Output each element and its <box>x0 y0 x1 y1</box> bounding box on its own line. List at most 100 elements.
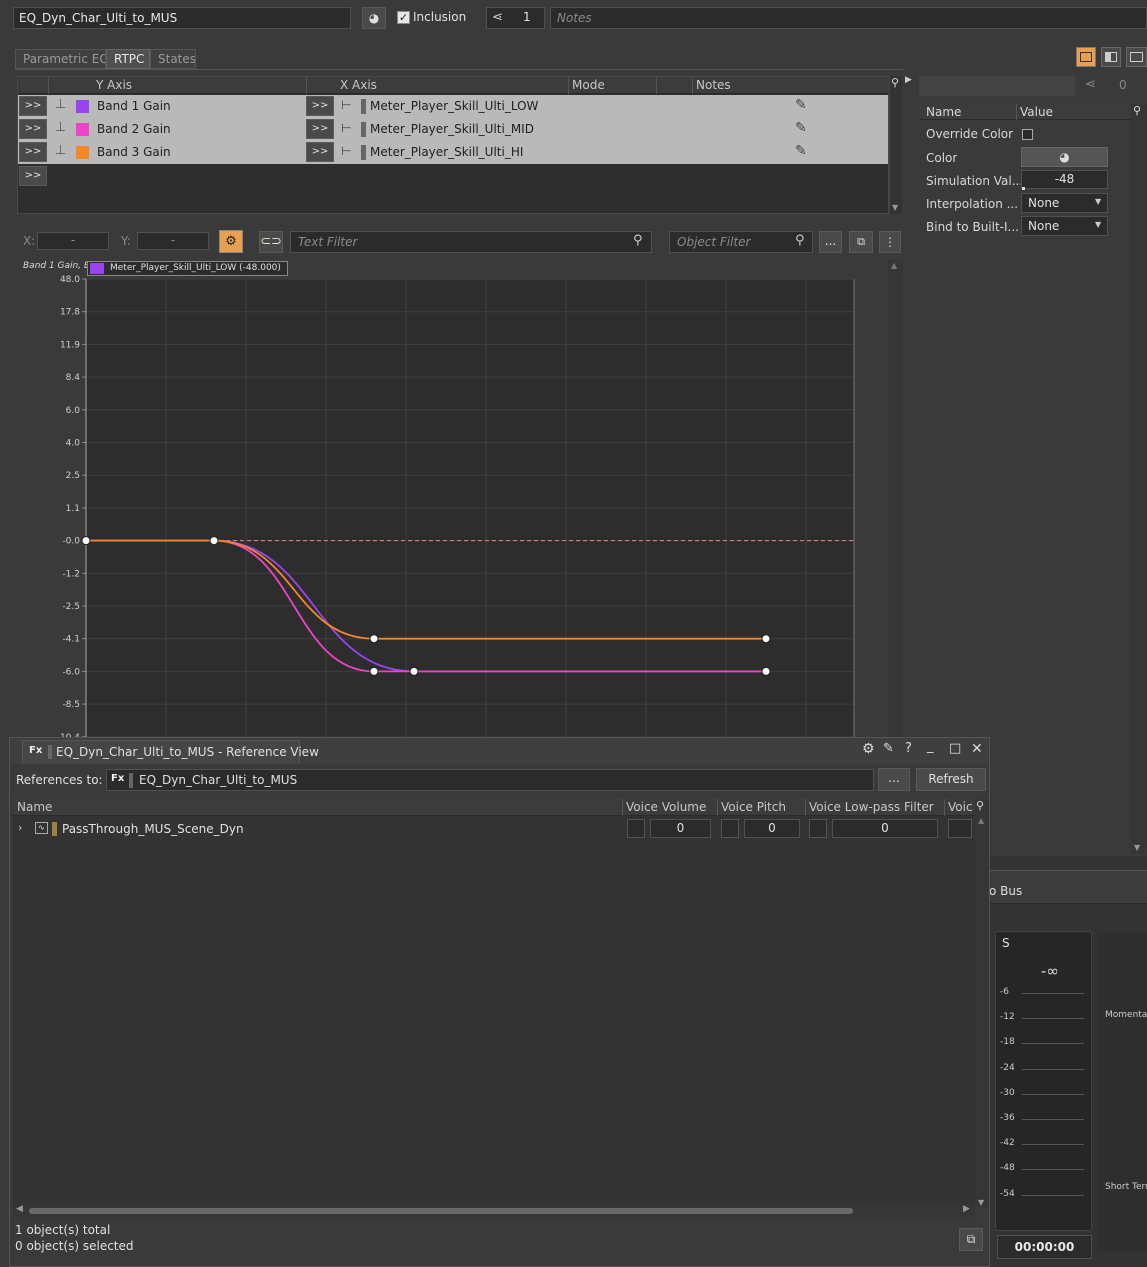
chevron-down-icon[interactable]: ▼ <box>1095 197 1101 206</box>
pin-icon[interactable]: ⊥ <box>55 143 66 158</box>
reference-horizontal-scrollbar[interactable]: ◀ ▶ <box>13 1204 975 1217</box>
pin-icon[interactable]: ⊥ <box>55 97 66 112</box>
scroll-up-arrow-icon[interactable]: ▲ <box>891 261 897 270</box>
expand-x-button[interactable]: >> <box>306 96 334 116</box>
col-voice-more[interactable]: Voic <box>948 800 974 814</box>
pin-icon[interactable]: ⊥ <box>55 120 66 135</box>
scroll-up-arrow-icon[interactable]: ▲ <box>978 816 984 825</box>
reference-table-scrollbar[interactable]: ⚲ ▲ ▼ <box>975 799 989 1207</box>
expand-y-button[interactable]: >> <box>19 96 47 116</box>
refresh-button[interactable]: Refresh <box>916 768 986 791</box>
x-coord-field[interactable]: - <box>37 232 109 250</box>
color-picker-palette-icon[interactable]: ◕ <box>1021 147 1108 167</box>
edit-pencil-icon[interactable]: ✎ <box>795 143 807 159</box>
share-widget[interactable]: ⋖ 1 <box>486 7 545 29</box>
expand-y-button[interactable]: >> <box>19 142 47 162</box>
simulation-value-slider-thumb[interactable] <box>1022 187 1025 190</box>
reference-row[interactable]: › ∿ PassThrough_MUS_Scene_Dyn 0 0 0 <box>13 818 975 840</box>
pin-window-icon[interactable]: ✎ <box>883 741 894 756</box>
col-y-axis[interactable]: Y Axis <box>96 78 132 92</box>
simulation-value-field[interactable]: -48 <box>1021 170 1108 189</box>
voice-volume-field[interactable]: 0 <box>650 819 711 838</box>
copy-icon[interactable]: ⧉ <box>959 1228 983 1251</box>
help-icon[interactable]: ? <box>905 741 912 756</box>
new-row-expand-button[interactable]: >> <box>19 166 47 186</box>
col-name[interactable]: Name <box>17 800 52 814</box>
more-options-icon[interactable]: ⋮ <box>879 231 901 253</box>
split-layout-icon[interactable] <box>1101 47 1121 67</box>
col-voice-pitch[interactable]: Voice Pitch <box>721 800 786 814</box>
game-parameter-icon: ⊢ <box>341 98 352 112</box>
search-icon[interactable]: ⚲ <box>891 76 899 89</box>
rtpc-row-band-1[interactable]: >> ⊥ Band 1 Gain >> ⊢ Meter_Player_Skill… <box>18 95 888 118</box>
tab-rtpc[interactable]: RTPC <box>106 49 150 69</box>
references-to-field[interactable]: Fx EQ_Dyn_Char_Ulti_to_MUS <box>106 769 874 791</box>
filter-settings-icon[interactable]: ⧉ <box>849 231 873 253</box>
single-layout-icon[interactable] <box>1076 47 1096 67</box>
search-icon[interactable]: ⚲ <box>976 799 984 812</box>
bezier-curve-tool-icon[interactable]: ⚙ <box>219 230 243 253</box>
col-name[interactable]: Name <box>926 105 961 119</box>
object-filter-search-icon[interactable]: ⚲ <box>795 233 805 248</box>
rtpc-table-scrollbar[interactable]: ⚲ ▼ <box>889 76 902 214</box>
expand-x-button[interactable]: >> <box>306 142 334 162</box>
color-palette-icon[interactable]: ◕ <box>362 7 386 29</box>
stack-layout-icon[interactable] <box>1126 47 1147 67</box>
text-filter-input[interactable]: Text Filter <box>290 231 652 253</box>
voice-lpf-field[interactable]: 0 <box>832 819 938 838</box>
reference-view-titlebar[interactable]: Fx EQ_Dyn_Char_Ulti_to_MUS - Reference V… <box>10 738 989 764</box>
settings-gear-icon[interactable]: ⚙ <box>862 741 875 757</box>
col-voice-volume[interactable]: Voice Volume <box>626 800 706 814</box>
voice-more-link-icon[interactable] <box>948 819 972 838</box>
volume-link-icon[interactable] <box>627 819 645 838</box>
y-tick-label: 11.9 <box>60 340 80 350</box>
properties-scrollbar[interactable]: ⚲ ▼ <box>1131 104 1145 854</box>
pitch-link-icon[interactable] <box>721 819 739 838</box>
lpf-link-icon[interactable] <box>809 819 827 838</box>
browse-button[interactable]: ... <box>878 768 910 791</box>
tab-parametric-eq[interactable]: Parametric EQ <box>15 49 106 69</box>
object-filter-input[interactable]: Object Filter <box>669 231 813 253</box>
notes-field[interactable]: Notes <box>550 7 1147 29</box>
voice-pitch-field[interactable]: 0 <box>744 819 800 838</box>
close-icon[interactable]: ✕ <box>971 741 983 757</box>
scroll-down-arrow-icon[interactable]: ▼ <box>1134 843 1140 852</box>
col-notes[interactable]: Notes <box>696 78 731 92</box>
expand-y-button[interactable]: >> <box>19 119 47 139</box>
inclusion-checkbox[interactable]: ✓ <box>397 11 410 24</box>
minimize-icon[interactable]: _ <box>927 739 934 754</box>
graph-scrollbar[interactable]: ▲ <box>888 259 903 739</box>
object-name-field[interactable]: EQ_Dyn_Char_Ulti_to_MUS <box>13 7 351 29</box>
scroll-right-arrow-icon[interactable]: ▶ <box>963 1204 970 1214</box>
col-x-axis[interactable]: X Axis <box>340 78 377 92</box>
chevron-down-icon[interactable]: ▼ <box>1095 220 1101 229</box>
rtpc-row-band-2[interactable]: >> ⊥ Band 2 Gain >> ⊢ Meter_Player_Skill… <box>18 118 888 141</box>
text-filter-search-icon[interactable]: ⚲ <box>633 233 643 248</box>
properties-name-field[interactable] <box>919 76 1075 96</box>
scroll-down-arrow-icon[interactable]: ▼ <box>978 1198 984 1207</box>
edit-pencil-icon[interactable]: ✎ <box>795 120 807 136</box>
search-icon[interactable]: ⚲ <box>1133 104 1141 117</box>
meter-scale-line <box>1022 1093 1084 1095</box>
col-voice-lpf[interactable]: Voice Low-pass Filter <box>809 800 934 814</box>
expand-chevron-icon[interactable]: › <box>18 821 22 834</box>
maximize-icon[interactable]: □ <box>949 741 961 756</box>
expand-panel-arrow-icon[interactable]: ▶ <box>905 75 912 85</box>
tab-states[interactable]: States <box>150 49 196 69</box>
rtpc-row-band-3[interactable]: >> ⊥ Band 3 Gain >> ⊢ Meter_Player_Skill… <box>18 141 888 164</box>
edit-pencil-icon[interactable]: ✎ <box>795 97 807 113</box>
rtpc-curve-chart[interactable]: 48.0 17.8 11.9 8.4 6.0 4.0 2.5 1.1 -0.0 -1.2 -2.5 -… <box>17 259 888 739</box>
rtpc-graph[interactable]: 48.0 17.8 11.9 8.4 6.0 4.0 2.5 1.1 -0.0 -1.2 -2.5 -… <box>17 259 888 739</box>
y-coord-field[interactable]: - <box>137 232 209 250</box>
horizontal-scroll-thumb[interactable] <box>29 1208 853 1214</box>
scroll-left-arrow-icon[interactable]: ◀ <box>16 1204 23 1214</box>
reference-view-tab[interactable]: Fx EQ_Dyn_Char_Ulti_to_MUS - Reference V… <box>22 740 319 764</box>
col-mode[interactable]: Mode <box>572 78 605 92</box>
scroll-down-arrow-icon[interactable]: ▼ <box>892 203 898 212</box>
expand-x-button[interactable]: >> <box>306 119 334 139</box>
properties-share-widget[interactable]: ⋖ 0 <box>1079 76 1145 96</box>
col-value[interactable]: Value <box>1020 105 1053 119</box>
object-filter-more-button[interactable]: ... <box>819 231 842 253</box>
link-icon[interactable]: ⊂⊃ <box>259 231 283 253</box>
override-color-checkbox[interactable] <box>1022 129 1033 140</box>
